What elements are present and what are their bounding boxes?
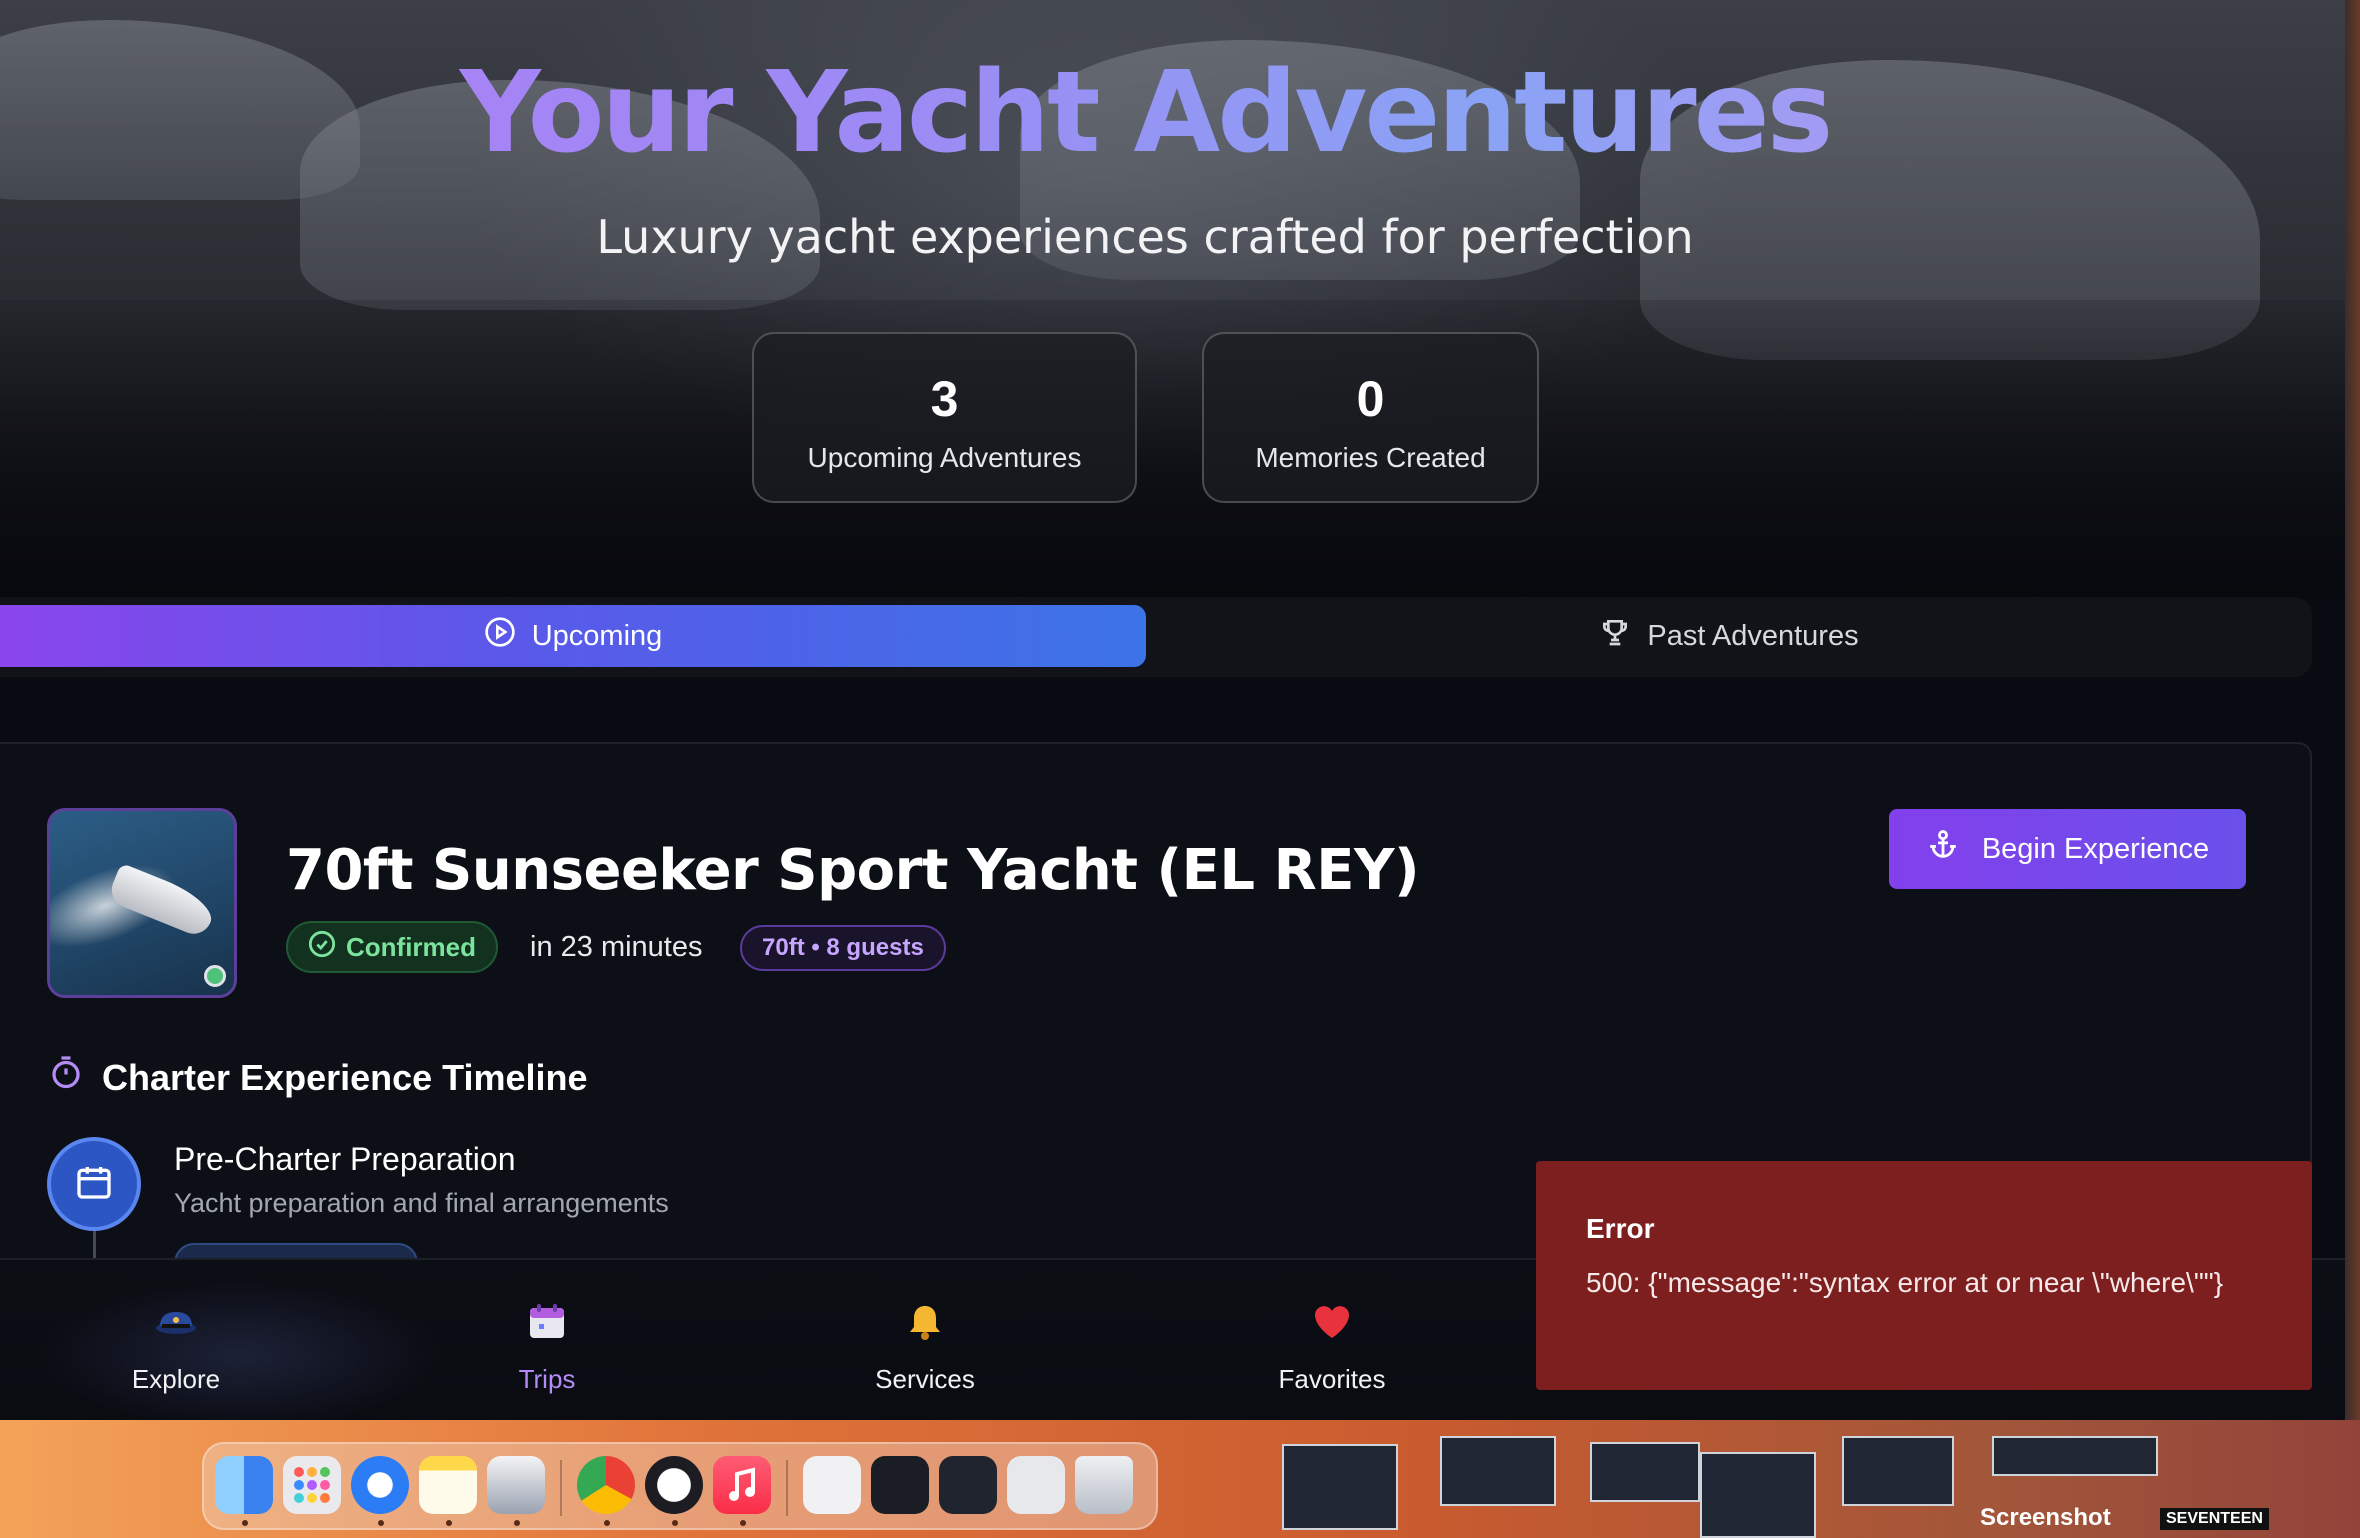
desktop-screenshot-thumbnail[interactable] [1440, 1436, 1556, 1506]
running-indicator [604, 1520, 610, 1526]
yacht-size-badge: 70ft • 8 guests [740, 925, 946, 971]
tab-label: Upcoming [531, 619, 663, 652]
timeline-step-marker [47, 1137, 141, 1231]
nav-label: Explore [131, 1364, 221, 1394]
nav-label: Services [875, 1364, 975, 1394]
safari-icon[interactable] [351, 1456, 409, 1514]
stat-label: Upcoming Adventures [807, 442, 1082, 473]
begin-experience-label: Begin Experience [1981, 832, 2210, 865]
page-title: Your Yacht Adventures [0, 48, 2290, 178]
desktop-screenshot-thumbnail[interactable] [1282, 1444, 1398, 1530]
desktop-screenshot-thumbnail[interactable] [1590, 1442, 1700, 1502]
timer-icon [48, 1055, 84, 1100]
tab-label: Past Adventures [1647, 619, 1859, 652]
running-indicator [378, 1520, 384, 1526]
yacht-thumbnail[interactable] [47, 808, 237, 998]
trips-tab-bar: Upcoming Past Adventures [0, 597, 2312, 677]
status-label: Confirmed [346, 931, 476, 962]
desktop-screenshot-thumbnail[interactable] [1842, 1436, 1954, 1506]
tab-past-adventures[interactable]: Past Adventures [1146, 605, 2312, 667]
calendar-icon [74, 1162, 114, 1207]
running-indicator [740, 1520, 746, 1526]
running-indicator [446, 1520, 452, 1526]
running-indicator [514, 1520, 520, 1526]
error-message: 500: {"message":"syntax error at or near… [1586, 1267, 2224, 1298]
stat-value: 3 [930, 371, 959, 427]
anchor-icon [1926, 828, 1960, 870]
desktop-file-label[interactable]: Screenshot [1980, 1504, 2111, 1532]
notes-icon[interactable] [419, 1456, 477, 1514]
stat-value: 0 [1356, 371, 1385, 427]
trophy-icon [1599, 616, 1631, 656]
online-status-dot [204, 965, 226, 987]
pdf-document-icon[interactable] [803, 1456, 861, 1514]
trash-icon[interactable] [1075, 1456, 1133, 1514]
timeline-step-title: Pre-Charter Preparation [174, 1141, 516, 1177]
timeline-step-description: Yacht preparation and final arrangements [174, 1188, 669, 1218]
timeline-heading-label: Charter Experience Timeline [102, 1056, 588, 1098]
chrome-icon[interactable] [577, 1456, 635, 1514]
window-thumbnail-icon[interactable] [871, 1456, 929, 1514]
finder-icon[interactable] [215, 1456, 273, 1514]
check-circle-icon [308, 930, 336, 965]
preview-icon[interactable] [487, 1456, 545, 1514]
cursor-app-icon[interactable] [645, 1456, 703, 1514]
begin-experience-button[interactable]: Begin Experience [1889, 809, 2246, 889]
tab-upcoming[interactable]: Upcoming [0, 605, 1146, 667]
stat-label: Memories Created [1255, 442, 1486, 473]
desktop-file-label[interactable]: SEVENTEEN [2160, 1508, 2269, 1530]
stat-memories-card: 0 Memories Created [1202, 332, 1539, 503]
nav-trips[interactable]: Trips [447, 1300, 647, 1395]
captain-hat-icon [76, 1300, 276, 1350]
nav-label: Favorites [1278, 1364, 1386, 1394]
stat-upcoming-card: 3 Upcoming Adventures [752, 332, 1137, 503]
bell-icon [825, 1300, 1025, 1350]
music-icon[interactable] [713, 1456, 771, 1514]
hero-water [0, 300, 2345, 600]
charter-countdown: in 23 minutes [530, 931, 703, 963]
error-title: Error [1586, 1213, 1655, 1244]
play-circle-icon [484, 616, 516, 656]
window-edge [2345, 0, 2360, 1420]
error-toast[interactable]: Error 500: {"message":"syntax error at o… [1536, 1161, 2312, 1390]
nav-explore[interactable]: Explore [76, 1300, 276, 1395]
timeline-heading: Charter Experience Timeline [48, 1055, 588, 1100]
desktop-screenshot-thumbnail[interactable] [1700, 1452, 1816, 1538]
hero-banner: Your Yacht Adventures Luxury yacht exper… [0, 0, 2345, 600]
macos-dock [202, 1442, 1158, 1530]
dock-separator [560, 1460, 562, 1516]
window-thumbnail-icon[interactable] [939, 1456, 997, 1514]
dock-separator [786, 1460, 788, 1516]
calendar-icon [447, 1300, 647, 1350]
charter-title: 70ft Sunseeker Sport Yacht (EL REY) [286, 838, 1420, 903]
page-subtitle: Luxury yacht experiences crafted for per… [596, 210, 1694, 264]
nav-favorites[interactable]: Favorites [1232, 1300, 1432, 1395]
nav-services[interactable]: Services [825, 1300, 1025, 1395]
window-thumbnail-icon[interactable] [1007, 1456, 1065, 1514]
status-badge: Confirmed [286, 921, 498, 973]
heart-icon [1232, 1300, 1432, 1350]
running-indicator [672, 1520, 678, 1526]
launchpad-icon[interactable] [283, 1456, 341, 1514]
desktop-screenshot-thumbnail[interactable] [1992, 1436, 2158, 1476]
running-indicator [242, 1520, 248, 1526]
nav-label: Trips [518, 1364, 576, 1394]
